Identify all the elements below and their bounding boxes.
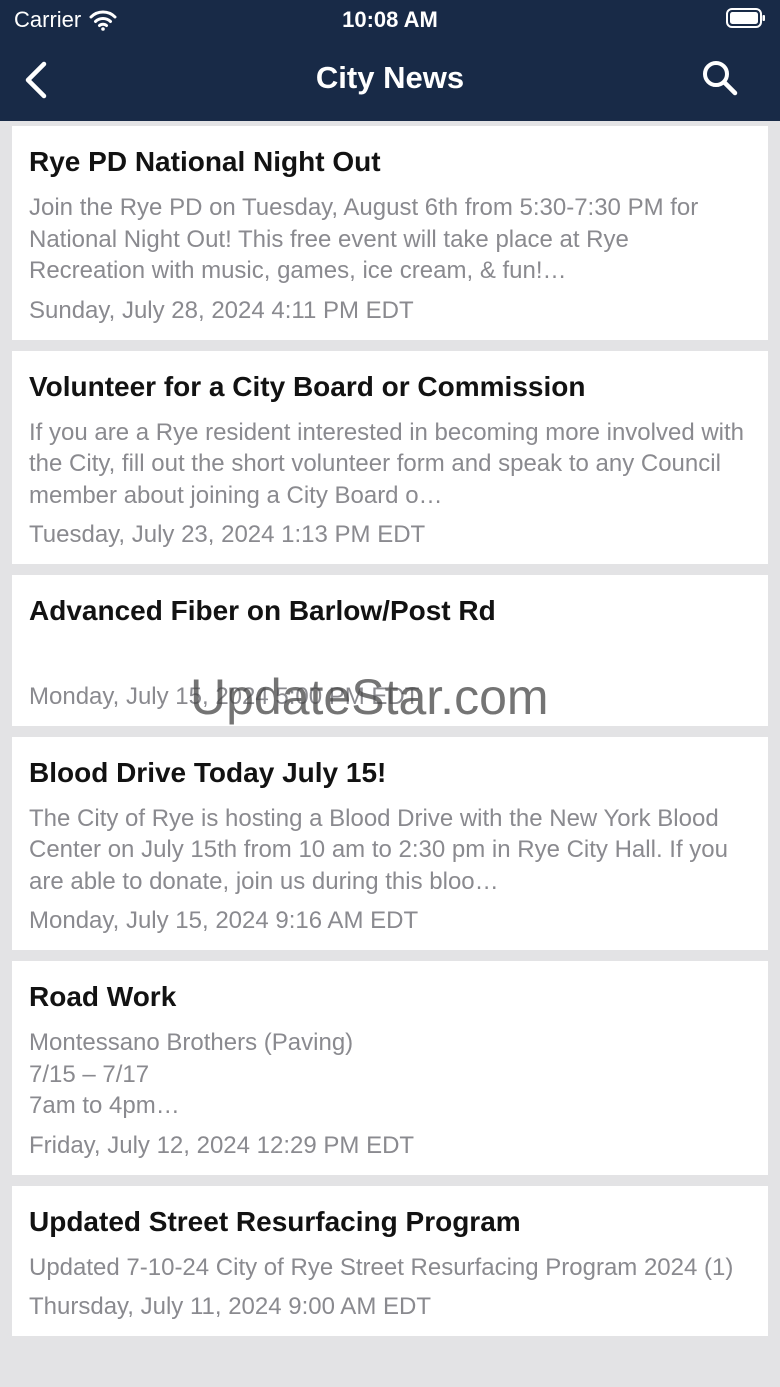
news-item-summary: Montessano Brothers (Paving) 7/15 – 7/17… [29, 1029, 354, 1119]
news-item-title: Road Work [29, 981, 177, 1012]
news-item-summary: Updated 7-10-24 City of Rye Street Resur… [29, 1253, 734, 1281]
news-item[interactable]: Road Work Montessano Brothers (Paving) 7… [12, 961, 768, 1175]
news-item[interactable]: Blood Drive Today July 15! The City of R… [12, 736, 768, 950]
news-item-date: Tuesday, July 23, 2024 1:13 PM EDT [29, 521, 426, 548]
news-item-title: Updated Street Resurfacing Program [29, 1205, 521, 1237]
battery-icon [726, 8, 765, 28]
news-item-title: Rye PD National Night Out [29, 146, 381, 177]
navigation-bar: City News [0, 40, 780, 121]
news-item-date: Friday, July 12, 2024 12:29 PM EDT [29, 1131, 415, 1159]
status-bar: Carrier 10:08 AM [0, 0, 780, 40]
news-item-title: Volunteer for a City Board or Commission [29, 370, 586, 402]
news-list: Rye PD National Night Out Join the Rye P… [12, 126, 768, 1347]
status-time: 10:08 AM [342, 7, 438, 32]
news-item-summary: The City of Rye is hosting a Blood Drive… [29, 804, 728, 895]
top-bar: Carrier 10:08 AM City News [0, 0, 780, 121]
news-item-summary [29, 641, 751, 673]
news-item-title: Advanced Fiber on Barlow/Post Rd [29, 595, 496, 626]
news-item-date: Monday, July 15, 2024 9:16 AM EDT [29, 907, 419, 934]
news-item-summary: Join the Rye PD on Tuesday, August 6th f… [29, 194, 699, 284]
news-item-date: Thursday, July 11, 2024 9:00 AM EDT [29, 1293, 431, 1320]
news-item-date: Monday, July 15, 2024 5:00 PM EDT [29, 682, 420, 710]
news-item[interactable]: Advanced Fiber on Barlow/Post Rd Monday,… [12, 575, 768, 726]
news-item[interactable]: Rye PD National Night Out Join the Rye P… [12, 126, 768, 340]
news-item[interactable]: Volunteer for a City Board or Commission… [12, 350, 768, 564]
news-item[interactable]: Updated Street Resurfacing Program Updat… [12, 1185, 768, 1336]
page-title: City News [315, 60, 465, 95]
search-icon[interactable] [700, 58, 740, 98]
news-item-summary: If you are a Rye resident interested in … [29, 418, 745, 509]
news-item-date: Sunday, July 28, 2024 4:11 PM EDT [29, 296, 414, 324]
news-item-title: Blood Drive Today July 15! [29, 756, 387, 788]
